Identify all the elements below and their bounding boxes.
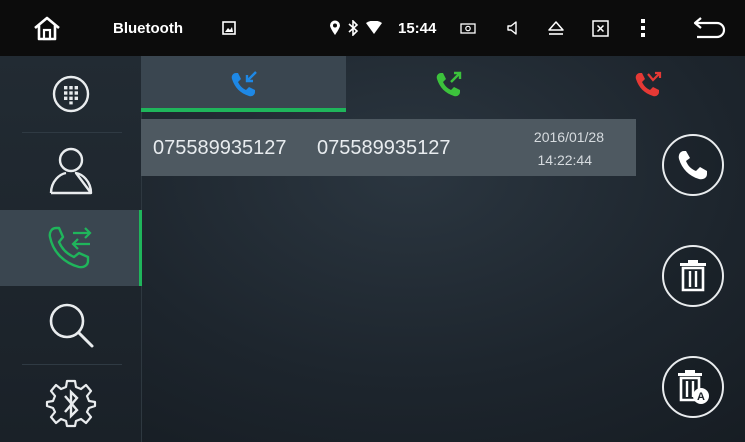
app-title: Bluetooth xyxy=(113,19,183,37)
status-bar: Bluetooth 15:44 xyxy=(0,0,745,56)
sidebar-item-dialpad[interactable] xyxy=(0,56,141,132)
call-record-row[interactable]: 075589935127 075589935127 2016/01/28 14:… xyxy=(141,119,636,176)
record-number: 075589935127 xyxy=(317,137,451,159)
call-button[interactable] xyxy=(662,134,724,196)
search-icon xyxy=(49,303,93,348)
clock: 15:44 xyxy=(398,19,437,37)
sidebar-item-contacts[interactable] xyxy=(0,133,141,209)
sidebar-item-search[interactable] xyxy=(0,287,141,363)
sidebar-item-bluetooth-settings[interactable] xyxy=(0,365,141,441)
dialpad-icon xyxy=(52,75,89,113)
bluetooth-icon xyxy=(346,0,360,56)
delete-all-button[interactable]: A xyxy=(662,356,724,418)
wifi-icon xyxy=(364,0,384,56)
eject-icon[interactable] xyxy=(546,0,566,56)
record-name: 075589935127 xyxy=(153,137,287,159)
sidebar-item-call-log[interactable] xyxy=(0,210,142,286)
incoming-call-icon xyxy=(231,71,257,97)
tab-missed-calls[interactable] xyxy=(551,56,745,112)
outgoing-call-icon xyxy=(436,71,461,97)
tab-received-calls[interactable] xyxy=(141,56,346,112)
more-icon[interactable] xyxy=(638,0,648,56)
call-log-icon xyxy=(48,226,92,269)
sidebar xyxy=(0,56,142,442)
location-icon xyxy=(328,0,342,56)
back-icon[interactable] xyxy=(692,0,728,56)
bluetooth-settings-icon xyxy=(45,379,96,428)
record-date: 2016/01/28 xyxy=(533,129,604,145)
close-window-icon[interactable] xyxy=(591,0,609,56)
delete-button[interactable] xyxy=(662,245,724,307)
volume-icon[interactable] xyxy=(505,0,521,56)
trash-all-icon: A xyxy=(678,370,709,404)
image-icon xyxy=(221,0,237,56)
main-area: 075589935127 075589935127 2016/01/28 14:… xyxy=(0,56,745,442)
screenshot-icon[interactable] xyxy=(460,0,476,56)
contact-icon xyxy=(49,147,92,195)
tab-dialed-calls[interactable] xyxy=(346,56,551,112)
home-icon[interactable] xyxy=(22,0,72,56)
missed-call-icon xyxy=(635,71,662,97)
delete-all-badge: A xyxy=(697,391,705,403)
record-time: 14:22:44 xyxy=(537,152,593,168)
phone-icon xyxy=(678,151,707,180)
trash-icon xyxy=(680,260,706,292)
